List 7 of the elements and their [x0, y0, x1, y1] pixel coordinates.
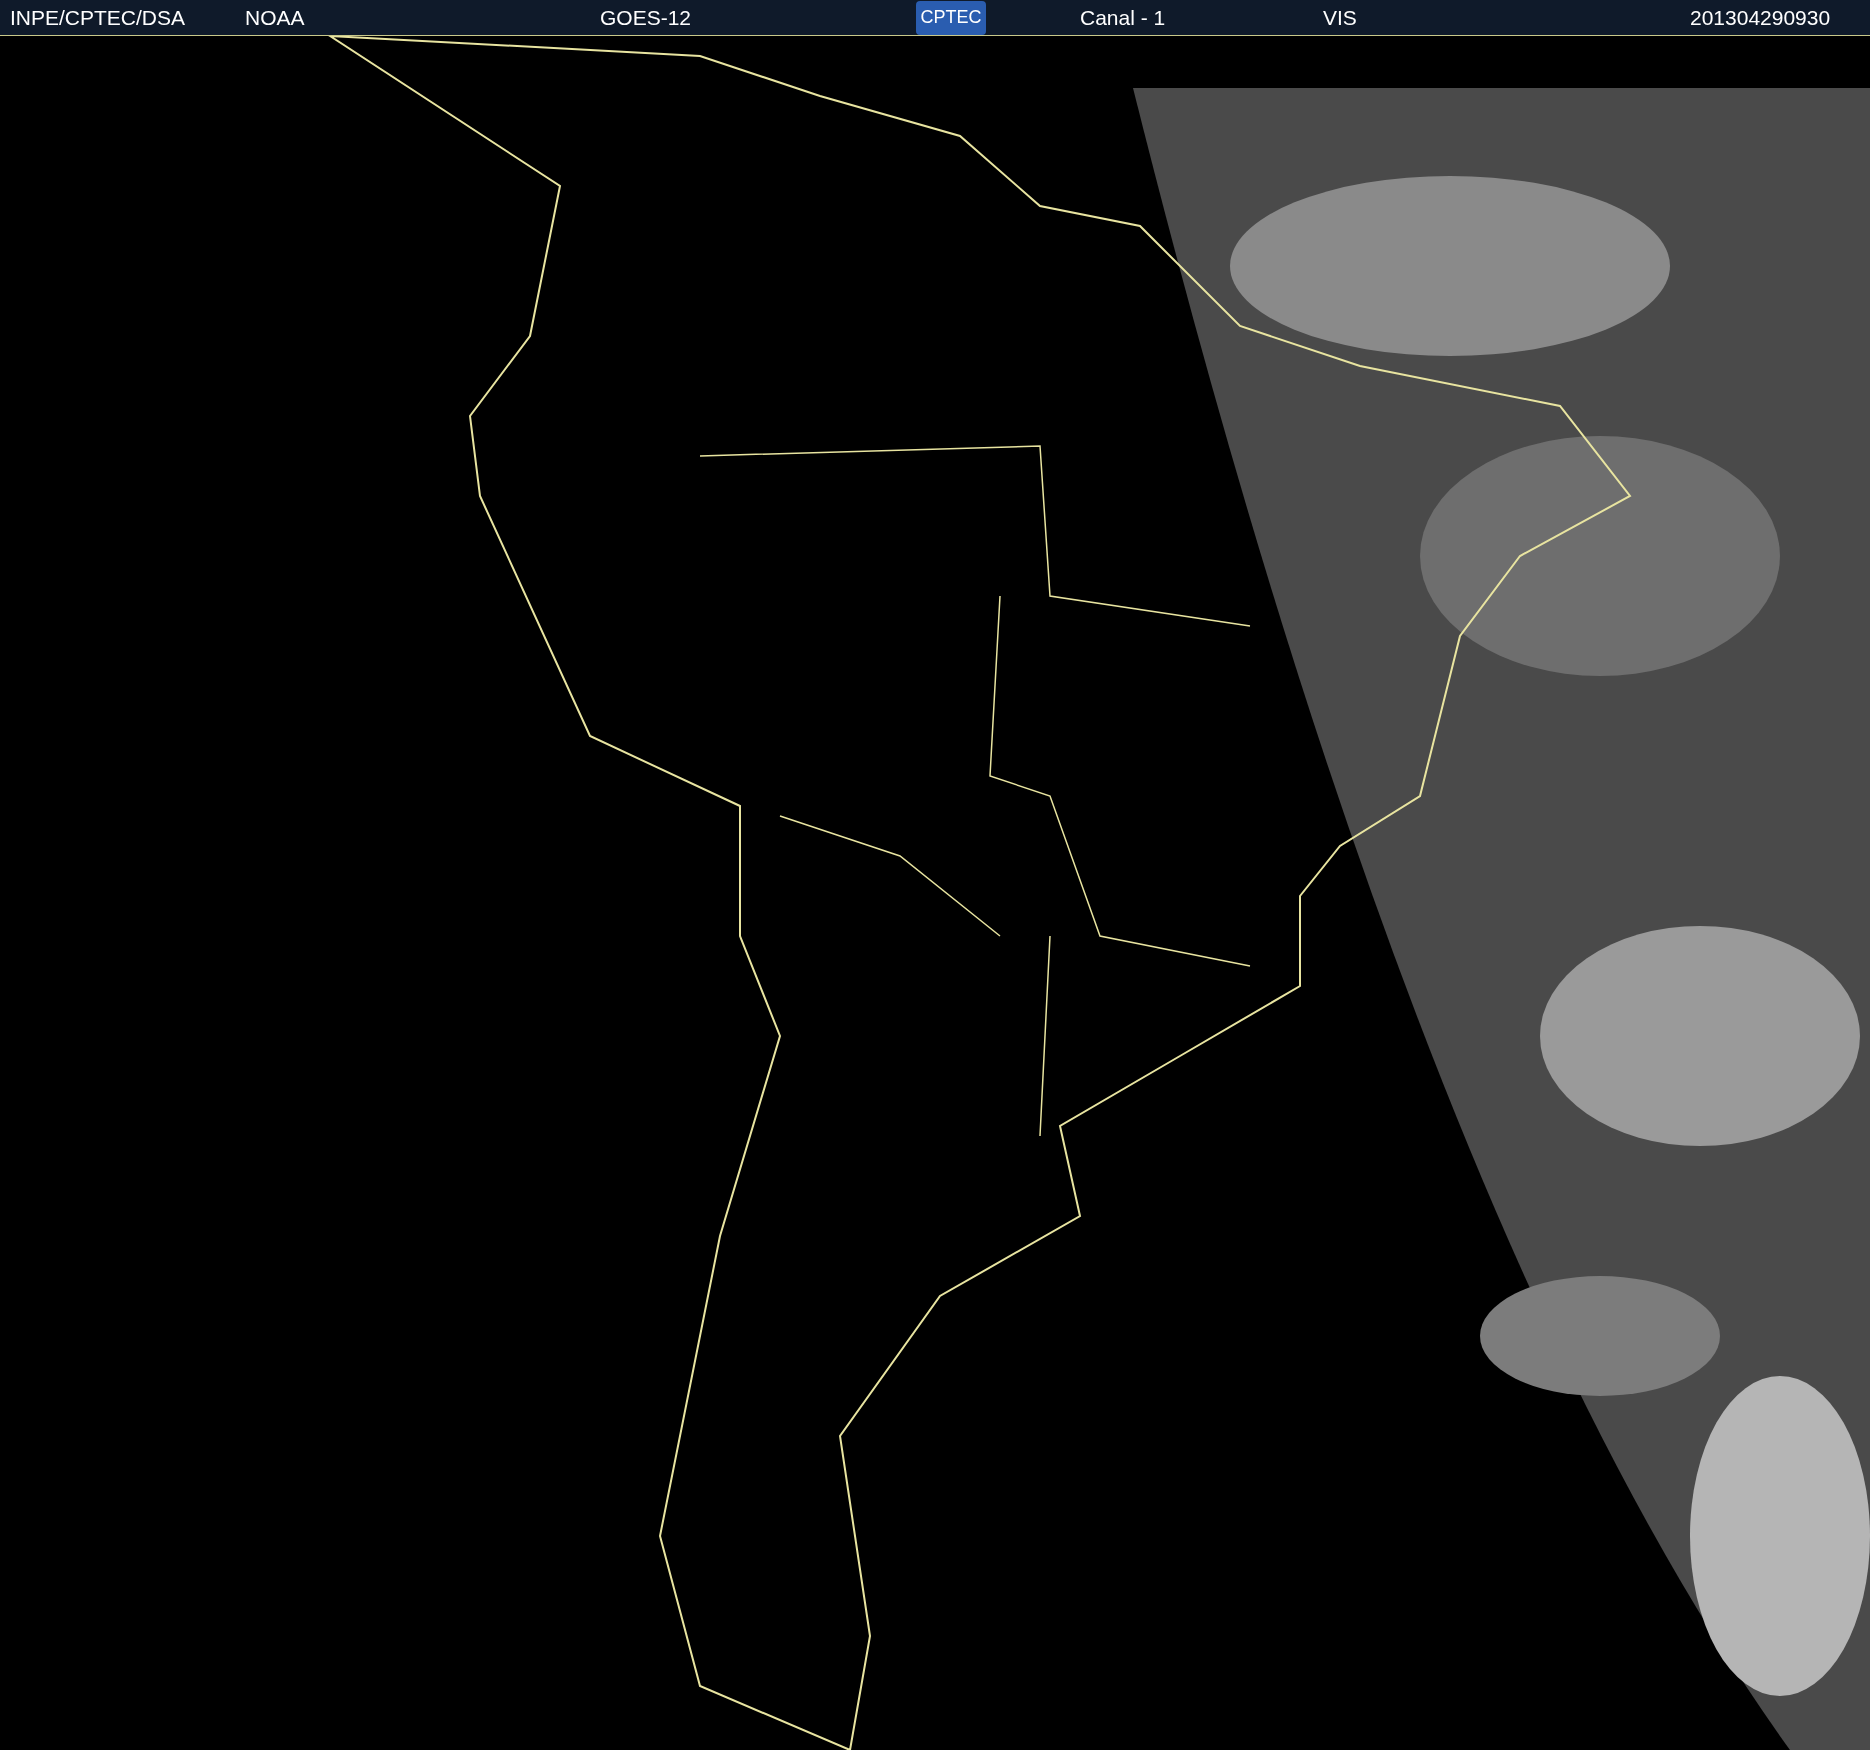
band-label: VIS	[1323, 4, 1358, 31]
timestamp-label: 201304290930	[1690, 4, 1831, 31]
channel-label: Canal - 1	[1080, 4, 1167, 31]
agency-label: NOAA	[245, 4, 306, 31]
satellite-label: GOES-12	[600, 4, 693, 31]
logo: CPTEC	[916, 0, 986, 35]
source-label: INPE/CPTEC/DSA	[10, 4, 187, 31]
